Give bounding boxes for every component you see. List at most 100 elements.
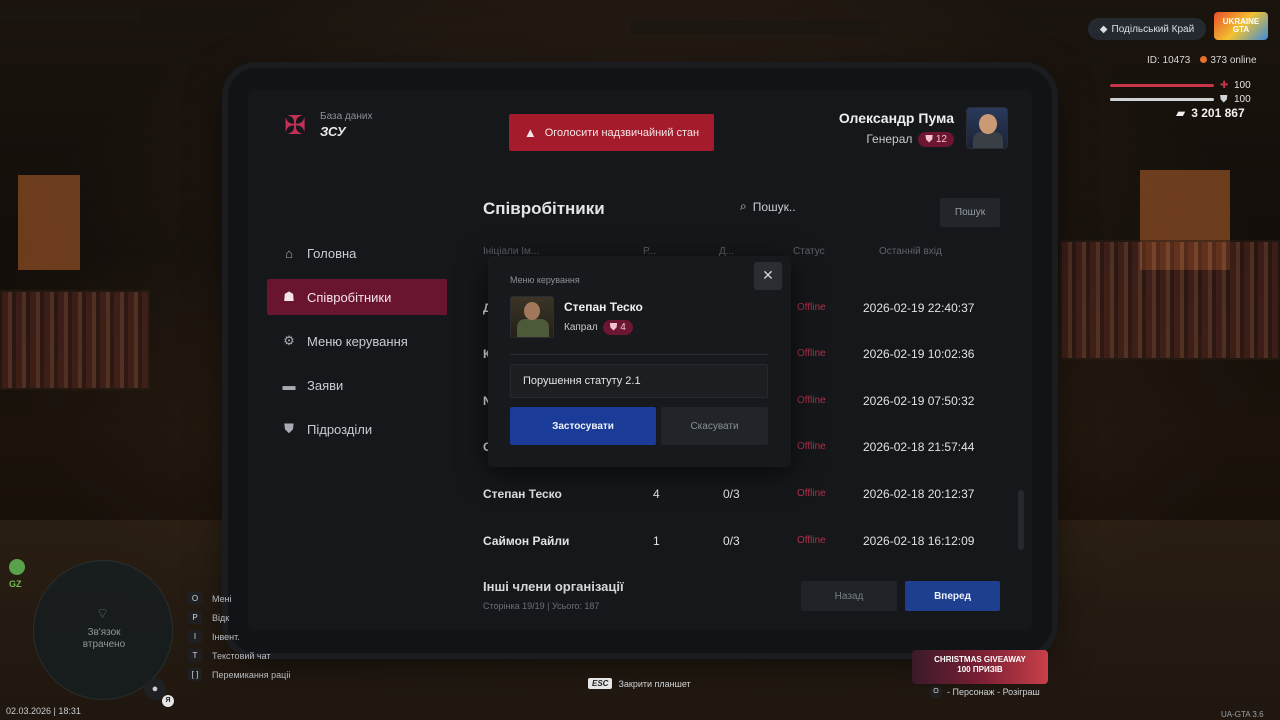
- sidebar-item-applications[interactable]: ▬ Заяви: [267, 367, 447, 403]
- control-menu-modal: Меню керування ✕ Степан Теско Капрал ⛊ 4…: [488, 256, 791, 467]
- keybind-label: Перемикання раціі: [212, 669, 291, 680]
- other-members-title: Інші члени організації: [483, 579, 624, 594]
- column-header-last-login: Останній вхід: [879, 246, 942, 257]
- employee-name: Степан Теско: [564, 300, 643, 314]
- keybind-row: I Інвент.: [188, 627, 290, 646]
- online-count: 373 online: [1200, 55, 1257, 66]
- row-last-login: 2026-02-18 21:57:44: [863, 440, 975, 454]
- sidebar-item-control-menu[interactable]: ⚙ Меню керування: [267, 323, 447, 359]
- armor-value: 100: [1234, 94, 1251, 105]
- keybind-label: Відк: [212, 612, 230, 623]
- giveaway-banner[interactable]: CHRISTMAS GIVEAWAY 100 ПРИЗІВ: [912, 650, 1048, 684]
- table-row[interactable]: Степан Теско 4 0/3 Offline 2026-02-18 20…: [483, 486, 1003, 532]
- next-button[interactable]: Вперед: [905, 581, 1000, 611]
- gear-icon: ⚙: [283, 333, 295, 348]
- row-warnings: 0/3: [723, 534, 740, 548]
- page-title: Співробітники: [483, 199, 605, 218]
- armor-bar: [1110, 98, 1214, 101]
- row-last-login: 2026-02-18 16:12:09: [863, 534, 975, 548]
- bunk-bed: [0, 290, 150, 390]
- brand-subtitle: База даних: [320, 111, 373, 122]
- sidebar-item-label: Співробітники: [307, 289, 392, 305]
- status-badge: Offline: [797, 441, 826, 452]
- user-profile: Олександр Пума Генерал ⛊ 12: [839, 107, 1008, 149]
- gz-label: GZ: [9, 579, 22, 589]
- apply-button[interactable]: Застосувати: [510, 407, 656, 445]
- home-icon: ⌂: [285, 245, 293, 261]
- gz-zone-icon: [9, 559, 25, 575]
- voice-key-badge: Я: [162, 695, 174, 707]
- sidebar-item-label: Меню керування: [307, 333, 408, 349]
- giveaway-subtitle: 100 ПРИЗІВ: [957, 665, 1003, 674]
- money-display: ▰ 3 201 867: [1176, 106, 1245, 120]
- map-icon: ◆: [1099, 23, 1108, 35]
- game-logo: UKRAINE GTA: [1214, 12, 1268, 40]
- status-badge: Offline: [797, 488, 826, 499]
- brand-title: ЗСУ: [320, 124, 346, 139]
- keybind-row: O Мені: [188, 589, 290, 608]
- key-cap: O: [930, 686, 942, 698]
- keybind-label: Інвент.: [212, 631, 240, 642]
- employee-rank: Капрал: [564, 322, 598, 333]
- health-bar: [1110, 84, 1214, 87]
- rank-badge: ⛊ 4: [602, 320, 633, 335]
- ceiling-beam: [630, 20, 880, 34]
- divider: [510, 354, 768, 355]
- keybind-row: P Відк: [188, 608, 290, 627]
- row-last-login: 2026-02-18 20:12:37: [863, 487, 975, 501]
- ceiling-beam: [0, 8, 140, 22]
- back-button[interactable]: Назад: [801, 581, 897, 611]
- close-icon[interactable]: ✕: [754, 262, 782, 290]
- sidebar-item-home[interactable]: ⌂ Головна: [267, 235, 447, 271]
- keybind-label: Текстовий чат: [212, 650, 271, 661]
- search-input[interactable]: [752, 199, 903, 214]
- reason-input[interactable]: [510, 364, 768, 398]
- row-last-login: 2026-02-19 10:02:36: [863, 347, 975, 361]
- esc-key: ESC: [588, 678, 613, 689]
- warning-icon: ▲: [523, 125, 537, 140]
- row-rank: 4: [653, 487, 660, 501]
- player-id: ID: 10473: [1147, 55, 1191, 66]
- table-row[interactable]: Саймон Райли 1 0/3 Offline 2026-02-18 16…: [483, 533, 1003, 579]
- giveaway-hint-label: - Персонаж - Розіграш: [947, 687, 1040, 697]
- key-cap: P: [188, 611, 202, 624]
- bunk-bed: [1060, 240, 1280, 360]
- shield-icon: ⛊: [609, 322, 618, 333]
- online-dot-icon: [1200, 56, 1208, 63]
- sidebar-item-employees[interactable]: ☗ Співробітники: [267, 279, 447, 315]
- emergency-label: Оголосити надзвичайний стан: [544, 126, 700, 139]
- esc-label: Закрити планшет: [618, 678, 691, 689]
- status-badge: Offline: [797, 348, 826, 359]
- rank-badge: ⛊ 12: [918, 131, 954, 147]
- user-avatar: [966, 107, 1008, 149]
- armor-icon: ⛊: [1220, 94, 1228, 105]
- cancel-button[interactable]: Скасувати: [661, 407, 768, 445]
- employee-rank-row: Капрал ⛊ 4: [564, 320, 633, 335]
- version-label: UA-GTA 3.6: [1221, 710, 1264, 719]
- close-tablet-hint: ESC Закрити планшет: [588, 678, 691, 689]
- row-warnings: 0/3: [723, 487, 740, 501]
- user-rank: Генерал: [866, 132, 913, 146]
- folder-icon: ▬: [282, 377, 296, 393]
- search-button[interactable]: Пошук: [940, 198, 1000, 227]
- keybind-row: [ ] Перемикання раціі: [188, 665, 290, 684]
- key-cap: I: [188, 630, 202, 643]
- table-scrollbar[interactable]: [1018, 490, 1024, 550]
- users-icon: ☗: [283, 289, 295, 304]
- window-curtain: [18, 175, 80, 270]
- row-last-login: 2026-02-19 22:40:37: [863, 301, 975, 315]
- sidebar-item-units[interactable]: ⛊ Підрозділи: [267, 411, 447, 447]
- sidebar-item-label: Заяви: [307, 377, 344, 393]
- row-name: Степан Теско: [483, 487, 562, 501]
- page-info: Сторінка 19/19 | Усього: 187: [483, 601, 600, 611]
- row-name: Саймон Райли: [483, 534, 570, 548]
- search-box: ⌕: [740, 199, 903, 214]
- status-badge: Offline: [797, 302, 826, 313]
- player-id-row: ID: 10473 373 online: [1147, 55, 1257, 66]
- brand: ✠ База даних ЗСУ: [280, 110, 372, 140]
- row-last-login: 2026-02-19 07:50:32: [863, 394, 975, 408]
- declare-emergency-button[interactable]: ▲ Оголосити надзвичайний стан: [509, 114, 714, 151]
- keybind-label: Мені: [212, 593, 232, 604]
- employee-avatar: [510, 296, 554, 338]
- no-signal-icon: ⌔: [96, 605, 110, 621]
